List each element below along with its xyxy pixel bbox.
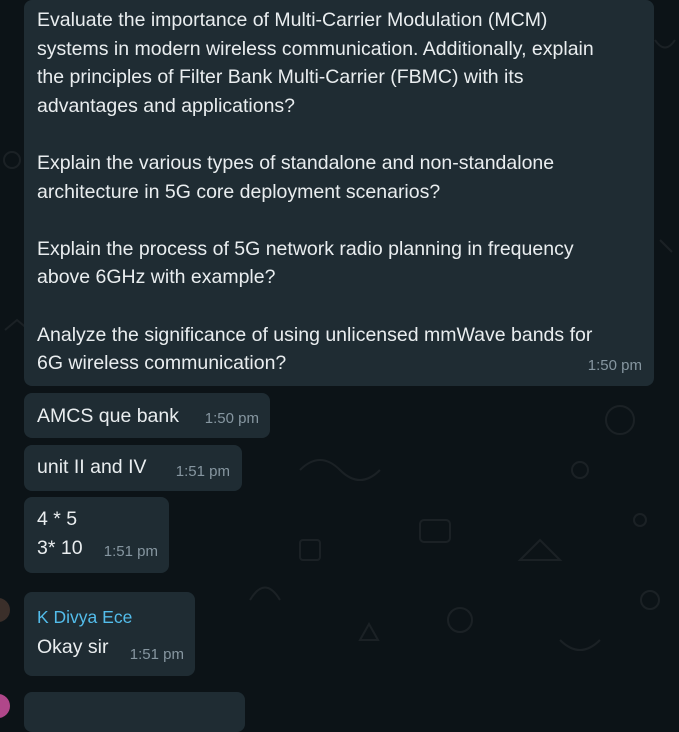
message-text: Okay sir — [37, 636, 109, 658]
message-text: AMCS que bank — [37, 405, 179, 427]
message-text: unit II and IV — [37, 456, 147, 478]
message-bubble-2[interactable]: AMCS que bank 1:50 pm — [24, 393, 270, 438]
message-timestamp: 1:51 pm — [103, 543, 158, 561]
message-timestamp: 1:51 pm — [129, 646, 184, 664]
message-text: Evaluate the importance of Multi-Carrier… — [37, 9, 594, 375]
message-bubble-6[interactable] — [24, 692, 245, 732]
message-bubble-3[interactable]: unit II and IV 1:51 pm — [24, 445, 242, 491]
message-bubble-5[interactable]: K Divya Ece Okay sir 1:51 pm — [24, 592, 195, 676]
message-bubble-4[interactable]: 4 * 5 3* 10 1:51 pm — [24, 497, 169, 573]
message-timestamp: 1:50 pm — [587, 357, 642, 375]
message-timestamp: 1:51 pm — [175, 463, 230, 481]
message-bubble-1[interactable]: Evaluate the importance of Multi-Carrier… — [24, 0, 654, 386]
message-text: 4 * 5 3* 10 — [37, 508, 83, 559]
sender-name[interactable]: K Divya Ece — [37, 606, 195, 628]
message-timestamp: 1:50 pm — [204, 410, 259, 428]
